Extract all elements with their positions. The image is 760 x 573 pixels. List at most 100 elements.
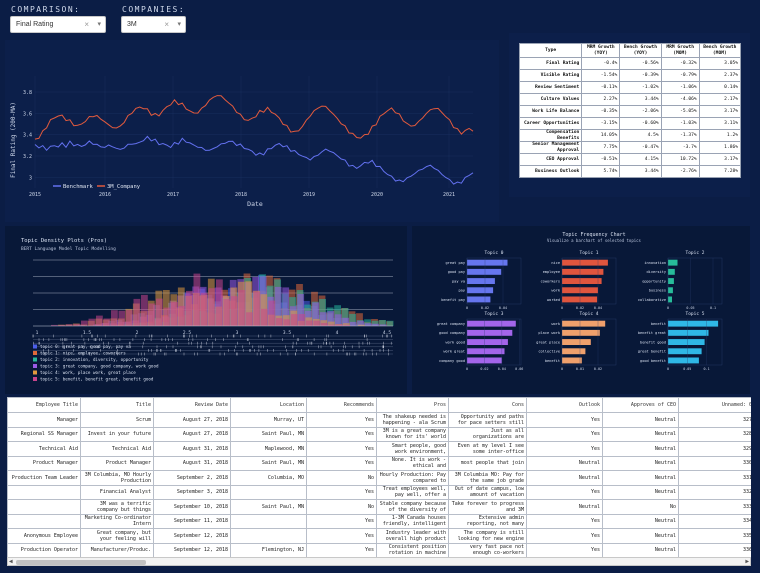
table-row[interactable]: Manager Scrum August 27, 2018 Murray, UT Yes…: [7, 412, 751, 428]
y-axis-label: Final Rating (200-MA): [10, 102, 17, 178]
topic-bar: [668, 296, 672, 303]
density-bar: [201, 292, 208, 326]
growth-header-cell: Type: [518, 43, 583, 58]
legend-label: topic 0: great pay, good pay, pay va: [40, 344, 131, 349]
table-cell: 329: [678, 441, 751, 457]
legend-swatch: [33, 364, 37, 368]
y-tick-label: 3.6: [23, 111, 32, 117]
table-cell: [7, 484, 81, 500]
table-cell: August 31, 2018: [153, 441, 231, 457]
table-cell: Yes: [306, 441, 377, 457]
y-tick-label: 3.4: [23, 133, 32, 139]
column-header[interactable]: Unnamed: 0: [678, 397, 751, 413]
legend-label: topic 3: great company, good company, wo…: [40, 364, 159, 369]
benchmark-line: [34, 135, 474, 185]
table-cell: Treat employees well, pay well, offer a: [376, 484, 449, 500]
column-header[interactable]: Approves of CEO: [602, 397, 679, 413]
horizontal-scrollbar[interactable]: ◀ ▶: [7, 557, 751, 566]
column-header[interactable]: Location: [230, 397, 307, 413]
table-cell: 1-3M Canada houses friendly, intelligent: [376, 513, 449, 529]
topic-subplot: Topic 5 benefit benefit great benefit good g…: [638, 311, 723, 371]
topic-subplot: Topic 2 innovation diversity opportunity bus…: [638, 250, 723, 310]
table-cell: Maplewood, MN: [230, 441, 307, 457]
table-row[interactable]: Anonymous Employee Great company, but you…: [7, 528, 751, 544]
companies-dropdown[interactable]: 3M × ▾: [121, 16, 186, 33]
topic-bar: [668, 268, 675, 275]
density-bar: [186, 290, 193, 326]
table-cell: Saint Paul, MN: [230, 426, 307, 442]
table-cell: 3M was a terrific company but things: [80, 499, 154, 515]
table-cell: [7, 513, 81, 529]
growth-header-cell: Bench Growth (MOM): [698, 43, 742, 58]
topic-term-label: good benefit: [640, 359, 666, 363]
chevron-down-icon[interactable]: ▾: [177, 20, 181, 28]
topic-subplot: Topic 1 nice employee coworkers work worked0 0…: [541, 250, 617, 310]
growth-value-cell: 4.15%: [619, 153, 662, 166]
density-bar: [156, 298, 163, 326]
legend-label: topic 2: innovation, diversity, opportun…: [40, 357, 149, 362]
table-cell: Consistent position rotation in machine: [376, 542, 449, 557]
table-cell: 327: [678, 412, 751, 428]
legend-label: topic 5: benefit, benefit great, benefit…: [40, 377, 154, 382]
growth-row: Final Rating -0.4% -0.56% -0.32% 3.05%: [518, 57, 742, 70]
topic-term-label: coworkers: [541, 279, 560, 283]
column-header[interactable]: Cons: [448, 397, 527, 413]
table-row[interactable]: Production Team Leader 3M Columbia, MO Ho…: [7, 470, 751, 486]
clear-icon[interactable]: ×: [164, 20, 169, 29]
density-bar: [364, 323, 372, 326]
legend-swatch: [33, 344, 37, 349]
topic-term-label: worked: [547, 298, 560, 302]
table-row[interactable]: 3M was a terrific company but things Sept…: [7, 499, 751, 515]
topic-term-label: work: [551, 289, 560, 293]
table-cell: Yes: [526, 441, 603, 457]
table-cell: Neutral: [602, 528, 679, 544]
scroll-left-icon[interactable]: ◀: [9, 558, 13, 565]
growth-value-cell: -0.79%: [660, 69, 700, 82]
legend-swatch: [33, 351, 37, 355]
growth-table: Type MRM Growth (YOY) Bench Growth (YOY) MR…: [518, 43, 742, 178]
column-header[interactable]: Employee Title: [7, 397, 81, 413]
growth-row: Career Opportunities -3.15% -0.60% -1.03% 3.…: [518, 117, 742, 130]
column-header[interactable]: Outlook: [526, 397, 603, 413]
density-bar: [216, 279, 223, 326]
reviews-table[interactable]: Employee Title Title Review Date Location Re…: [7, 397, 751, 557]
table-row[interactable]: Regional SS Manager Invest in your future…: [7, 426, 751, 442]
table-row[interactable]: Product Manager Product Manager August 31,…: [7, 455, 751, 471]
topic-term-label: opportunity: [642, 279, 667, 283]
table-row[interactable]: Marketing Co-ordinator Intern September 1…: [7, 513, 751, 529]
table-cell: Marketing Co-ordinator Intern: [80, 513, 154, 529]
density-bar: [268, 300, 276, 326]
growth-value-cell: 0.14%: [698, 81, 742, 94]
topic-term-label: good company: [439, 331, 466, 335]
topic-bar: [562, 268, 604, 275]
company-line: [34, 95, 474, 140]
topic-term-label: pay: [459, 289, 466, 293]
table-cell: Scrum: [80, 412, 154, 428]
topic-bar: [467, 287, 494, 294]
growth-row: Compensation Benefits 14.05% 4.5% -1.37% 1.2…: [518, 129, 742, 142]
scroll-right-icon[interactable]: ▶: [745, 558, 749, 565]
table-cell: Saint Paul, MN: [230, 499, 307, 515]
table-row[interactable]: Production Operator Manufacturer/Produc. S…: [7, 542, 751, 557]
comparison-dropdown[interactable]: Final Rating × ▾: [10, 16, 106, 33]
column-header[interactable]: Review Date: [153, 397, 231, 413]
column-header[interactable]: Title: [80, 397, 154, 413]
table-row[interactable]: Technical Aid Technical Aid August 31, 201…: [7, 441, 751, 457]
table-cell: Neutral: [526, 499, 603, 515]
density-bar: [178, 305, 186, 326]
topic-term-label: employee: [543, 270, 560, 274]
scroll-thumb[interactable]: [16, 559, 146, 565]
table-cell: Neutral: [602, 484, 679, 500]
column-header[interactable]: Recommends: [306, 397, 377, 413]
table-row[interactable]: Financial Analyst September 3, 2018 Yes Tre…: [7, 484, 751, 500]
column-header[interactable]: Pros: [376, 397, 449, 413]
density-bar: [321, 323, 328, 326]
x-tick-label: 2020: [371, 192, 383, 198]
table-cell: September 12, 2018: [153, 542, 231, 557]
clear-icon[interactable]: ×: [84, 20, 89, 29]
density-bar: [386, 320, 394, 326]
chevron-down-icon[interactable]: ▾: [97, 20, 101, 28]
table-cell: Just as all organizations are: [448, 426, 527, 442]
topic-x-tick: 0: [667, 367, 669, 371]
table-cell: Industry leader with overall high produc…: [376, 528, 449, 544]
